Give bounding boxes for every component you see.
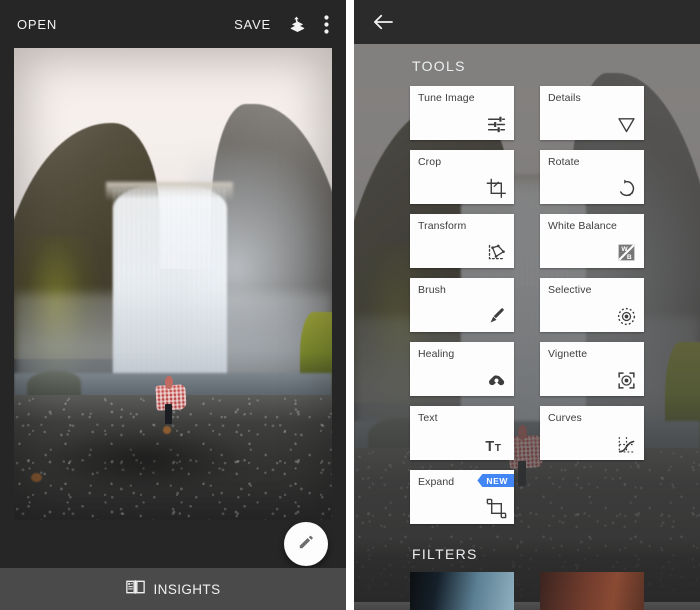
editor-topbar: OPEN SAVE [0, 0, 346, 48]
tool-label: Details [548, 92, 581, 104]
tool-card-brush[interactable]: Brush [410, 278, 514, 332]
crop-icon [485, 177, 507, 199]
curves-icon [615, 433, 637, 455]
svg-text:T: T [485, 439, 494, 455]
photo-orange-rock-a [163, 426, 172, 434]
tool-label: Brush [418, 284, 446, 296]
editor-topbar-actions: SAVE [234, 14, 329, 35]
more-vert-icon[interactable] [324, 14, 329, 34]
tool-card-rotate[interactable]: Rotate [540, 150, 644, 204]
tools-scroll-area[interactable]: TOOLS Tune Image Details Crop Rotate Tra… [354, 44, 700, 610]
tool-card-details[interactable]: Details [540, 86, 644, 140]
photo-person-body [165, 404, 173, 424]
tool-label: Expand [418, 476, 455, 488]
filter-thumb-2[interactable] [540, 572, 644, 610]
status-badge-new: NEW [477, 474, 514, 487]
photo-canvas[interactable] [14, 47, 332, 520]
rotate-icon [615, 177, 637, 199]
tool-card-white-balance[interactable]: White Balance W B [540, 214, 644, 268]
svg-text:W: W [621, 246, 628, 253]
text-icon: T T [485, 433, 507, 455]
tool-label: Crop [418, 156, 442, 168]
selective-icon [615, 305, 637, 327]
editor-panel: OPEN SAVE INSIGHTS [0, 0, 346, 610]
screenshot-root: OPEN SAVE INSIGHTS TOOLS Tune Image Deta… [0, 0, 700, 610]
tool-card-curves[interactable]: Curves [540, 406, 644, 460]
save-button[interactable]: SAVE [234, 17, 271, 32]
panel-divider [346, 0, 354, 610]
open-button[interactable]: OPEN [17, 17, 57, 32]
tool-card-healing[interactable]: Healing [410, 342, 514, 396]
tool-card-crop[interactable]: Crop [410, 150, 514, 204]
svg-text:T: T [495, 443, 502, 454]
sliders-icon [485, 113, 507, 135]
book-icon [125, 579, 145, 600]
triangle-down-icon [615, 113, 637, 135]
tool-label: Curves [548, 412, 582, 424]
tool-card-text[interactable]: Text T T [410, 406, 514, 460]
tools-topbar [354, 0, 700, 44]
filter-thumb-1[interactable] [410, 572, 514, 610]
tool-label: Rotate [548, 156, 580, 168]
layers-undo-icon[interactable] [287, 14, 308, 35]
healing-icon [485, 369, 507, 391]
waterfall-photo [14, 47, 332, 520]
white-balance-icon: W B [615, 241, 637, 263]
brush-icon [485, 305, 507, 327]
photo-person-head [164, 376, 173, 389]
vignette-icon [615, 369, 637, 391]
tool-label: Transform [418, 220, 467, 232]
edit-fab[interactable] [284, 522, 328, 566]
tool-card-tune-image[interactable]: Tune Image [410, 86, 514, 140]
transform-icon [485, 241, 507, 263]
pencil-icon [297, 532, 316, 556]
tool-card-vignette[interactable]: Vignette [540, 342, 644, 396]
svg-text:B: B [627, 254, 632, 261]
tool-label: White Balance [548, 220, 618, 232]
filters-strip[interactable] [410, 572, 644, 610]
insights-bar[interactable]: INSIGHTS [0, 568, 346, 610]
filters-heading: FILTERS [412, 546, 478, 562]
arrow-left-icon[interactable] [372, 13, 394, 31]
tool-label: Tune Image [418, 92, 475, 104]
tool-label: Healing [418, 348, 455, 360]
tool-card-transform[interactable]: Transform [410, 214, 514, 268]
tool-label: Text [418, 412, 438, 424]
tools-panel: TOOLS Tune Image Details Crop Rotate Tra… [354, 0, 700, 610]
insights-label: INSIGHTS [153, 581, 221, 597]
tool-label: Selective [548, 284, 592, 296]
photo-beach-shadow [39, 425, 250, 492]
tool-card-selective[interactable]: Selective [540, 278, 644, 332]
tools-heading: TOOLS [412, 58, 466, 74]
expand-icon [485, 497, 507, 519]
tools-grid: Tune Image Details Crop Rotate Transform… [410, 86, 644, 524]
tool-card-expand[interactable]: Expand NEW [410, 470, 514, 524]
tool-label: Vignette [548, 348, 588, 360]
